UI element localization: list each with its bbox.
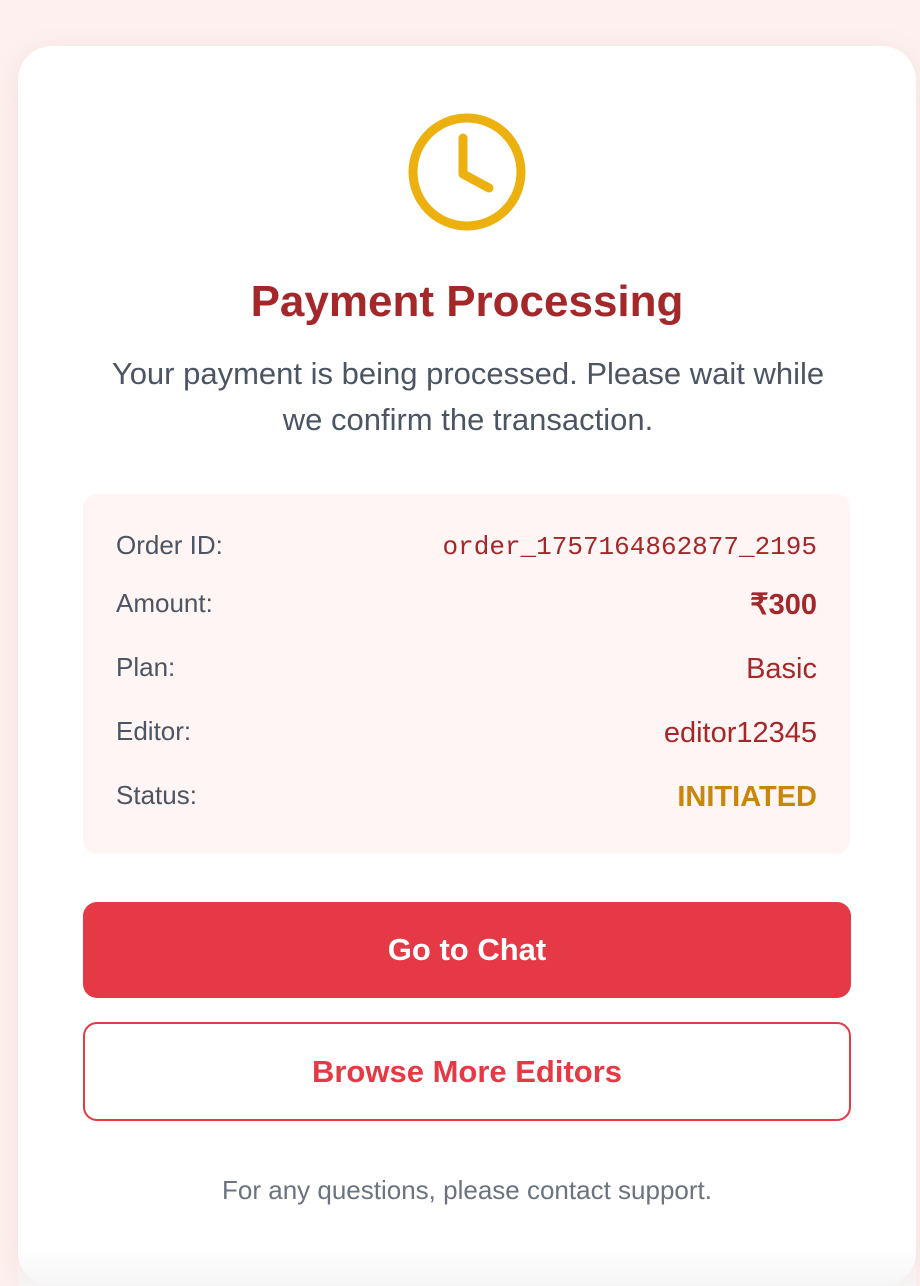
plan-label: Plan:	[116, 652, 176, 682]
order-id-value: order_1757164862877_2195	[442, 532, 817, 562]
order-details-panel: Order ID: order_1757164862877_2195 Amoun…	[83, 494, 850, 854]
clock-icon	[407, 112, 527, 232]
amount-value: ₹300	[750, 589, 817, 621]
support-note: For any questions, please contact suppor…	[222, 1175, 712, 1205]
status-label: Status:	[116, 780, 197, 810]
detail-row-plan: Plan: Basic	[116, 646, 817, 692]
detail-row-amount: Amount: ₹300	[116, 582, 817, 628]
amount-label: Amount:	[116, 588, 213, 618]
detail-row-editor: Editor: editor12345	[116, 710, 817, 756]
go-to-chat-button[interactable]: Go to Chat	[83, 902, 851, 998]
payment-status-card: Payment Processing Your payment is being…	[18, 46, 916, 1286]
bottom-fade	[18, 1246, 916, 1286]
detail-row-order-id: Order ID: order_1757164862877_2195	[116, 524, 817, 570]
editor-label: Editor:	[116, 716, 192, 746]
detail-row-status: Status: INITIATED	[116, 774, 817, 820]
plan-value: Basic	[746, 653, 817, 685]
status-description: Your payment is being processed. Please …	[111, 356, 825, 437]
browse-more-editors-button[interactable]: Browse More Editors	[83, 1022, 851, 1121]
page-title: Payment Processing	[250, 277, 684, 326]
status-badge: INITIATED	[677, 781, 817, 813]
editor-value: editor12345	[663, 717, 817, 749]
order-id-label: Order ID:	[116, 530, 223, 560]
